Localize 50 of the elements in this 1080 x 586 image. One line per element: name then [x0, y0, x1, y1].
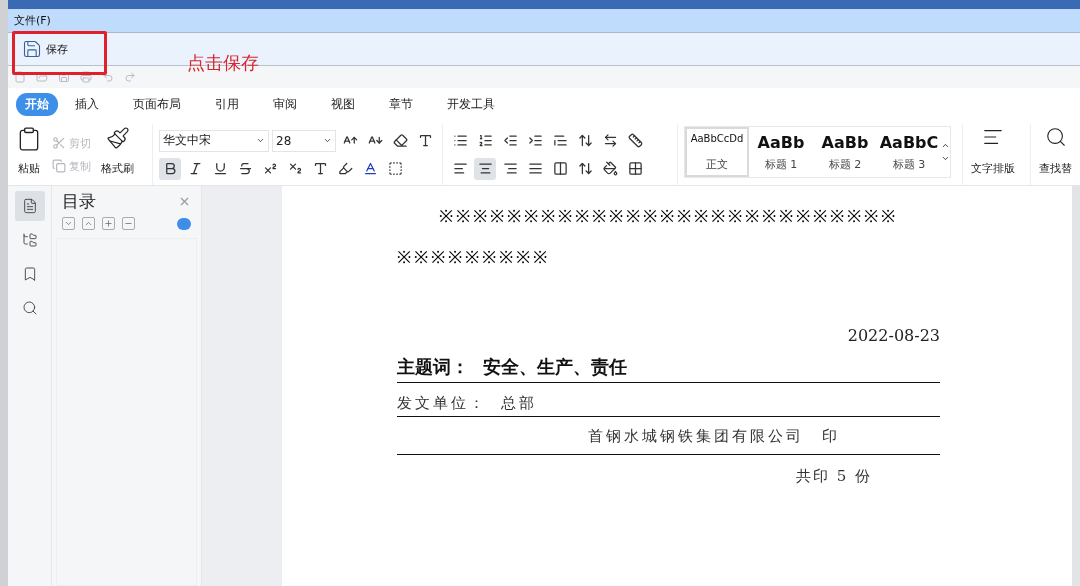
- ribbon-tab[interactable]: 开发工具: [438, 92, 504, 116]
- tree-icon: [21, 232, 38, 248]
- save-button[interactable]: 保存: [22, 39, 68, 59]
- issuer-label: 发文单位：: [397, 394, 487, 413]
- remove-button[interactable]: [122, 217, 135, 230]
- scissors-icon: [52, 136, 66, 150]
- font-size-select[interactable]: 28: [272, 129, 336, 152]
- document-icon: [21, 198, 38, 214]
- style-option[interactable]: AaBbCcDd 正文: [685, 127, 749, 177]
- plus-icon: [104, 219, 113, 228]
- menu-item[interactable]: 文件(F): [14, 13, 51, 28]
- align-center-icon[interactable]: [474, 157, 496, 180]
- copy-icon: [52, 159, 66, 173]
- issuer-name: 总部: [501, 394, 537, 413]
- annotation-text: 点击保存: [187, 51, 259, 75]
- chevron-up-icon: [84, 219, 93, 228]
- subject-keywords: 安全、生产、责任: [483, 355, 627, 379]
- bold-icon[interactable]: [159, 157, 181, 180]
- close-icon[interactable]: [178, 195, 191, 208]
- paste-button[interactable]: 粘贴: [14, 124, 44, 182]
- ribbon-tab[interactable]: 视图: [322, 92, 364, 116]
- document-text: ※※※※※※※※※: [397, 246, 551, 268]
- ribbon-tab[interactable]: 章节: [380, 92, 422, 116]
- ribbon-tab[interactable]: 审阅: [264, 92, 306, 116]
- company-name: 首钢水城钢铁集团有限公司: [587, 427, 804, 446]
- ribbon-tab[interactable]: 引用: [206, 92, 248, 116]
- document-date: 2022-08-23: [846, 326, 940, 345]
- copies-text: 共印 5 份: [794, 466, 873, 486]
- format-painter-button[interactable]: 格式刷: [99, 124, 136, 182]
- ribbon-tab[interactable]: 页面布局: [124, 92, 190, 116]
- toc-nav-button[interactable]: [14, 191, 45, 221]
- seal-text: 印: [821, 427, 840, 446]
- document-text: ※※※※※※※※※※※※※※※※※※※※※※※※※※※: [438, 205, 899, 227]
- panel-title: 目录: [62, 190, 96, 213]
- scroll-down-icon[interactable]: [941, 154, 950, 163]
- add-button[interactable]: [102, 217, 115, 230]
- search-icon: [1044, 126, 1067, 148]
- printer-icon[interactable]: [80, 71, 92, 83]
- font-name-select[interactable]: 华文中宋: [159, 129, 269, 152]
- caret-icon: [256, 136, 265, 145]
- new-file-icon[interactable]: [14, 71, 26, 83]
- search-icon: [21, 300, 38, 316]
- subject-label: 主题词：: [397, 355, 469, 379]
- scroll-up-icon[interactable]: [941, 141, 950, 150]
- chevron-down-icon: [64, 219, 73, 228]
- text-layout-button[interactable]: 文字排版: [969, 124, 1017, 182]
- find-replace-button[interactable]: 查找替: [1037, 124, 1074, 182]
- caret-icon: [323, 136, 332, 145]
- ribbon-tab[interactable]: 插入: [66, 92, 108, 116]
- paintbrush-icon: [105, 126, 130, 150]
